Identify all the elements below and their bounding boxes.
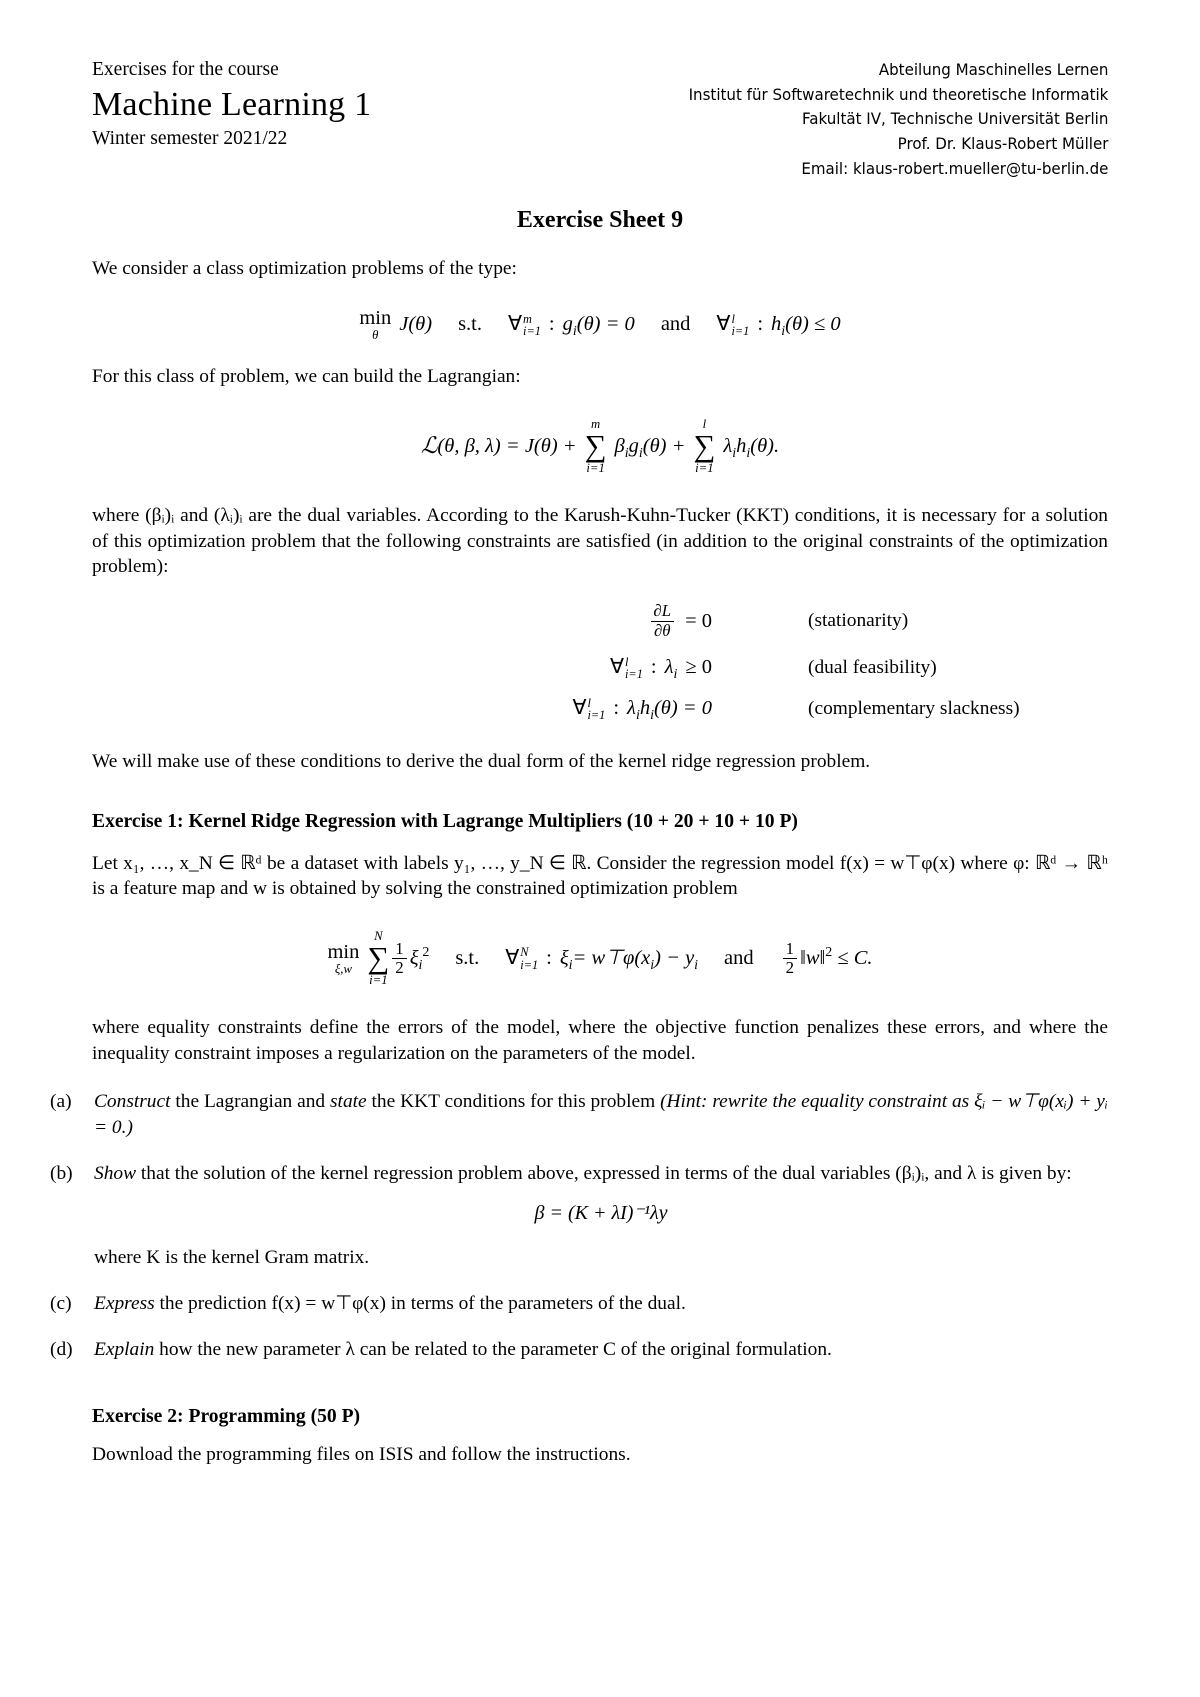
course-header-line1: Exercises for the course: [92, 59, 279, 80]
kkt-dual-feasibility-label: (dual feasibility): [808, 656, 937, 678]
inequality-constraint-h: hi(θ) ≤ 0: [771, 313, 841, 340]
summation-l: l ∑ i=1: [693, 416, 716, 475]
subquestion-b-after-text: where K is the kernel Gram matrix.: [94, 1246, 370, 1268]
subquestion-c-label: (c): [50, 1292, 72, 1314]
exercise-2-heading: Exercise 2: Programming (50 P): [92, 1406, 361, 1428]
kkt-stationarity-label: (stationarity): [808, 610, 909, 632]
summation-N: N ∑ i=1: [367, 929, 390, 988]
exercise-1-paragraph-explanation: where equality constraints define the er…: [92, 1017, 1108, 1065]
exercise-1-subquestions: (a) Construct the Lagrangian and state t…: [50, 1089, 1108, 1362]
norm-constraint: ‖w‖2 ≤ C.: [800, 945, 873, 970]
one-half-fraction-2: 1 2: [782, 939, 798, 978]
subquestion-c: (c) Express the prediction f(x) = w⊤φ(x)…: [50, 1291, 1108, 1317]
kkt-complementary-slackness-label: (complementary slackness): [808, 698, 1020, 720]
verb-state: state: [330, 1091, 367, 1112]
equality-constraint-g: gi(θ) = 0: [562, 313, 635, 340]
course-semester: Winter semester 2021/22: [92, 128, 288, 150]
institution-line-3: Fakultät IV, Technische Universität Berl…: [801, 109, 1108, 129]
kkt-conditions-list: ∂L ∂θ = 0 (stationarity) ∀ l i=1: λi ≥ …: [92, 601, 1108, 724]
verb-show: Show: [94, 1162, 137, 1184]
subquestion-b-text: Show that the solution of the kernel reg…: [94, 1161, 1108, 1271]
professor-name: Prof. Dr. Klaus-Robert Müller: [897, 133, 1108, 153]
one-half-fraction: 1 2: [392, 939, 407, 978]
equation-beta-solution: β = (K + λI)⁻¹λy: [534, 1202, 668, 1225]
subject-to-2: s.t.: [455, 947, 480, 970]
kkt-complementary-slackness-expression: ∀ l i=1 : λihi(θ) = 0: [572, 695, 712, 724]
lagrangian-symbol: ℒ: [420, 432, 438, 458]
course-title: Machine Learning 1: [92, 86, 372, 123]
subject-to-1: s.t.: [458, 313, 483, 336]
equation-general-problem: min θ J(θ) s.t. ∀ m i=1 : gi(θ) = 0 and …: [359, 306, 841, 342]
intro-paragraph-2: For this class of problem, we can build …: [92, 365, 521, 387]
verb-express: Express: [94, 1292, 155, 1314]
forall-quantifier-N: ∀ N i=1: [505, 945, 539, 972]
conjunction-and-2: and: [724, 947, 754, 970]
exercise-1-paragraph-setup: Let x₁, …, x_N ∈ ℝᵈ be a dataset with la…: [92, 852, 1108, 900]
kkt-condition-dual-feasibility: ∀ l i=1 : λi ≥ 0 (dual feasibility): [92, 654, 1108, 683]
sheet-title: Exercise Sheet 9: [516, 207, 684, 234]
verb-construct: Construct: [94, 1091, 171, 1112]
exercise-sheet-page: Exercises for the course Machine Learnin…: [0, 0, 1200, 1697]
objective-J: J(θ): [399, 313, 433, 336]
intro-paragraph-1: We consider a class optimization problem…: [92, 258, 517, 280]
subquestion-d-label: (d): [50, 1338, 73, 1360]
error-equality-constraint: ξi= w⊤φ(xi) − yi: [559, 947, 699, 974]
institution-header-right: Abteilung Maschinelles Lernen Institut f…: [688, 58, 1108, 181]
kkt-stationarity-expression: ∂L ∂θ = 0: [92, 601, 712, 640]
conjunction-and-1: and: [660, 313, 691, 336]
institution-line-2: Institut für Softwaretechnik und theoret…: [688, 84, 1108, 104]
subquestion-d: (d) Explain how the new parameter λ can …: [50, 1337, 1108, 1363]
subquestion-b-label: (b): [50, 1162, 73, 1184]
lagrangian-lhs: (θ, β, λ) = J(θ) +: [437, 434, 577, 457]
subquestion-c-text: Express the prediction f(x) = w⊤φ(x) in …: [94, 1292, 686, 1314]
summation-m: m ∑ i=1: [584, 416, 607, 475]
kkt-dual-feasibility-expression: ∀ l i=1 : λi ≥ 0: [609, 654, 712, 683]
exercise-1-heading: Exercise 1: Kernel Ridge Regression with…: [92, 810, 798, 832]
lagrangian-term-lambda-h: λihi(θ).: [723, 434, 780, 461]
lagrangian-term-beta-g: βigi(θ) +: [614, 434, 686, 461]
verb-explain: Explain: [94, 1338, 155, 1360]
forall-quantifier-m: ∀ m i=1: [508, 311, 541, 338]
subquestion-a-label: (a): [50, 1091, 72, 1112]
subquestion-a-text: Construct the Lagrangian and state the K…: [94, 1091, 1108, 1138]
intro-paragraph-3: where (βᵢ)ᵢ and (λᵢ)ᵢ are the dual varia…: [92, 504, 1108, 578]
equation-lagrangian: ℒ (θ, β, λ) = J(θ) + m ∑ i=1 βigi(θ) + l…: [92, 416, 1108, 475]
min-operator: min θ: [359, 306, 392, 342]
course-header-left: Exercises for the course Machine Learnin…: [92, 58, 371, 150]
subquestion-a: (a) Construct the Lagrangian and state t…: [50, 1089, 1108, 1141]
institution-line-1: Abteilung Maschinelles Lernen: [878, 60, 1108, 79]
kkt-condition-complementary-slackness: ∀ l i=1 : λihi(θ) = 0 (complementary sla…: [92, 695, 1108, 724]
subquestion-b: (b) Show that the solution of the kernel…: [50, 1161, 1108, 1271]
kkt-condition-stationarity: ∂L ∂θ = 0 (stationarity): [92, 601, 1108, 640]
equation-kernel-ridge-problem: min ξ,w N ∑ i=1 1 2 ξi2 s.t. ∀ N i=1: ξ…: [327, 929, 873, 988]
contact-email: Email: klaus-robert.mueller@tu-berlin.de: [800, 158, 1108, 178]
forall-quantifier-l: ∀ l i=1: [716, 311, 750, 338]
intro-paragraph-4: We will make use of these conditions to …: [92, 750, 871, 772]
page-header: Exercises for the course Machine Learnin…: [0, 0, 1200, 181]
min-operator-xi-w: min ξ,w: [327, 940, 360, 976]
exercise-2-text: Download the programming files on ISIS a…: [92, 1444, 631, 1466]
subquestion-d-text: Explain how the new parameter λ can be r…: [94, 1338, 832, 1360]
xi-squared-term: ξi2: [409, 945, 430, 974]
document-body: We consider a class optimization problem…: [0, 256, 1200, 1468]
